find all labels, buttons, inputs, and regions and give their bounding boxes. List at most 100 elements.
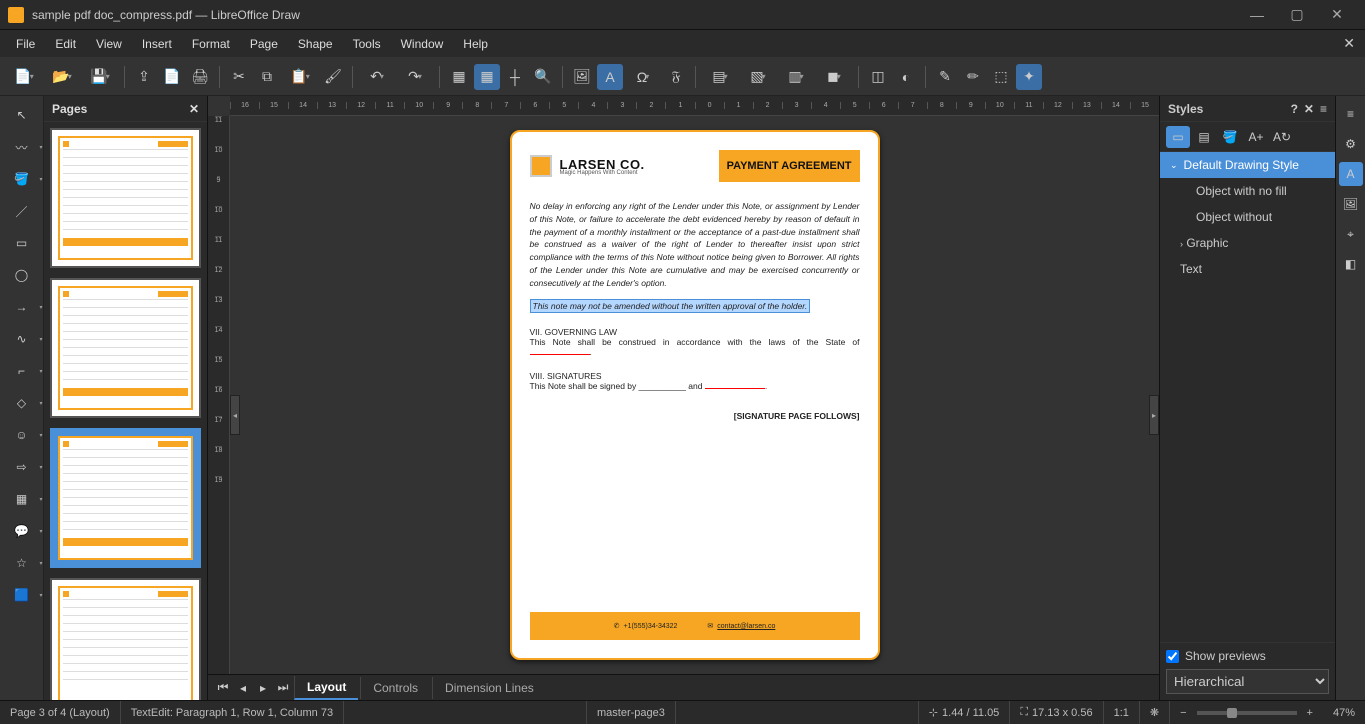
zoom-button[interactable]: 🔍 bbox=[530, 64, 556, 90]
shapes-icon[interactable]: ◧ bbox=[1339, 252, 1363, 276]
open-button[interactable]: 📂▾ bbox=[44, 64, 80, 90]
menu-format[interactable]: Format bbox=[182, 33, 240, 55]
menu-edit[interactable]: Edit bbox=[45, 33, 86, 55]
print-button[interactable]: 🖨 bbox=[187, 64, 213, 90]
guides-button[interactable]: ┼ bbox=[502, 64, 528, 90]
maximize-button[interactable]: ▢ bbox=[1277, 6, 1317, 23]
status-page[interactable]: Page 3 of 4 (Layout) bbox=[0, 701, 121, 724]
arrow-tool[interactable]: →▾ bbox=[7, 294, 37, 320]
blank-field[interactable] bbox=[530, 354, 590, 355]
draw-functions-button[interactable]: ✦ bbox=[1016, 64, 1042, 90]
style-default[interactable]: ⌄Default Drawing Style bbox=[1160, 152, 1335, 178]
connector-tool[interactable]: ⌐▾ bbox=[7, 358, 37, 384]
document-page[interactable]: LARSEN CO. Magic Happens With Content PA… bbox=[510, 130, 880, 660]
zoom-in-icon[interactable]: + bbox=[1307, 707, 1313, 719]
style-graphic[interactable]: › Graphic bbox=[1160, 230, 1335, 256]
left-collapse-handle[interactable]: ◂ bbox=[230, 395, 240, 435]
select-tool[interactable]: ↖ bbox=[7, 102, 37, 128]
minimize-button[interactable]: — bbox=[1237, 7, 1277, 23]
cut-button[interactable]: ✂ bbox=[226, 64, 252, 90]
crop-button[interactable]: ◫ bbox=[865, 64, 891, 90]
close-button[interactable]: ✕ bbox=[1317, 6, 1357, 23]
tab-layout[interactable]: Layout bbox=[294, 676, 358, 700]
arrange-button[interactable]: ▧▾ bbox=[740, 64, 776, 90]
first-page-button[interactable]: ⏮ bbox=[214, 680, 232, 695]
close-document-button[interactable]: ✕ bbox=[1343, 35, 1355, 52]
styles-close-icon[interactable]: ✕ bbox=[1304, 102, 1314, 116]
style-object-no-fill[interactable]: Object with no fill bbox=[1160, 178, 1335, 204]
export-button[interactable]: ⇪ bbox=[131, 64, 157, 90]
last-page-button[interactable]: ⏭ bbox=[274, 680, 292, 695]
shadow-button[interactable]: ◼▾ bbox=[816, 64, 852, 90]
insert-image-button[interactable]: 🖼 bbox=[569, 64, 595, 90]
save-button[interactable]: 💾▾ bbox=[82, 64, 118, 90]
horizontal-ruler[interactable]: 1615141312111098765432101234567891011121… bbox=[230, 96, 1159, 116]
page-thumb-3[interactable]: 3 bbox=[50, 428, 201, 568]
basic-shapes-tool[interactable]: ◇▾ bbox=[7, 390, 37, 416]
menu-tools[interactable]: Tools bbox=[343, 33, 391, 55]
style-object-without[interactable]: Object without bbox=[1160, 204, 1335, 230]
right-collapse-handle[interactable]: ▸ bbox=[1149, 395, 1159, 435]
undo-button[interactable]: ↶▾ bbox=[359, 64, 395, 90]
symbol-tool[interactable]: ☺▾ bbox=[7, 422, 37, 448]
callout-tool[interactable]: 💬▾ bbox=[7, 518, 37, 544]
line-tool[interactable]: ／ bbox=[7, 198, 37, 224]
curve-tool[interactable]: ∿▾ bbox=[7, 326, 37, 352]
prev-page-button[interactable]: ◂ bbox=[234, 681, 252, 695]
doc-paragraph[interactable]: No delay in enforcing any right of the L… bbox=[530, 200, 860, 289]
block-arrow-tool[interactable]: ⇨▾ bbox=[7, 454, 37, 480]
glue-button[interactable]: ✏ bbox=[960, 64, 986, 90]
show-previews-checkbox[interactable]: Show previews bbox=[1166, 649, 1329, 663]
status-master[interactable]: master-page3 bbox=[587, 701, 676, 724]
tab-controls[interactable]: Controls bbox=[360, 677, 430, 699]
zoom-controls[interactable]: − + bbox=[1170, 701, 1323, 724]
page-thumb-4[interactable]: 4 bbox=[50, 578, 201, 700]
properties-icon[interactable]: ⚙ bbox=[1339, 132, 1363, 156]
page-area[interactable]: ◂ LARSEN CO. Magic Happens With Content … bbox=[230, 116, 1159, 674]
grid-button[interactable]: ▦ bbox=[446, 64, 472, 90]
pages-panel-close[interactable]: ✕ bbox=[189, 102, 199, 116]
zoom-slider[interactable] bbox=[1197, 711, 1297, 715]
status-scale[interactable]: 1:1 bbox=[1104, 701, 1140, 724]
extrusion-button[interactable]: ⬚ bbox=[988, 64, 1014, 90]
new-style-icon[interactable]: A+ bbox=[1244, 126, 1268, 148]
insert-textbox-button[interactable]: A bbox=[597, 64, 623, 90]
page-thumb-2[interactable]: 2 bbox=[50, 278, 201, 418]
star-tool[interactable]: ☆▾ bbox=[7, 550, 37, 576]
align-button[interactable]: ▤▾ bbox=[702, 64, 738, 90]
tab-dimension[interactable]: Dimension Lines bbox=[432, 677, 546, 699]
flowchart-tool[interactable]: ▦▾ bbox=[7, 486, 37, 512]
gallery-icon[interactable]: 🖼 bbox=[1339, 192, 1363, 216]
export-pdf-button[interactable]: 📄 bbox=[159, 64, 185, 90]
copy-button[interactable]: ⧉ bbox=[254, 64, 280, 90]
next-page-button[interactable]: ▸ bbox=[254, 681, 272, 695]
update-style-icon[interactable]: A↻ bbox=[1270, 126, 1294, 148]
style-text[interactable]: Text bbox=[1160, 256, 1335, 282]
fill-format-icon[interactable]: 🪣 bbox=[1218, 126, 1242, 148]
special-char-button[interactable]: Ω▾ bbox=[625, 64, 661, 90]
styles-menu-icon[interactable]: ≡ bbox=[1320, 102, 1327, 116]
zoom-value[interactable]: 47% bbox=[1323, 701, 1365, 724]
line-color-tool[interactable]: 〰▾ bbox=[7, 134, 37, 160]
drawing-styles-icon[interactable]: ▭ bbox=[1166, 126, 1190, 148]
rectangle-tool[interactable]: ▭ bbox=[7, 230, 37, 256]
menu-window[interactable]: Window bbox=[391, 33, 454, 55]
fill-color-tool[interactable]: 🪣▾ bbox=[7, 166, 37, 192]
navigator-icon[interactable]: ⌖ bbox=[1339, 222, 1363, 246]
distribute-button[interactable]: ▥▾ bbox=[778, 64, 814, 90]
paste-button[interactable]: 📋▾ bbox=[282, 64, 318, 90]
menu-file[interactable]: File bbox=[6, 33, 45, 55]
menu-view[interactable]: View bbox=[86, 33, 132, 55]
page-thumb-1[interactable]: 1 bbox=[50, 128, 201, 268]
menu-insert[interactable]: Insert bbox=[132, 33, 182, 55]
menu-help[interactable]: Help bbox=[453, 33, 498, 55]
snap-grid-button[interactable]: ▦ bbox=[474, 64, 500, 90]
clone-format-button[interactable]: 🖌 bbox=[320, 64, 346, 90]
presentation-styles-icon[interactable]: ▤ bbox=[1192, 126, 1216, 148]
filter-button[interactable]: ◐ bbox=[893, 64, 919, 90]
blank-field-2[interactable] bbox=[705, 388, 765, 389]
vertical-ruler[interactable]: 1110910111213141516171819 bbox=[208, 116, 230, 674]
doc-highlighted-text[interactable]: This note may not be amended without the… bbox=[530, 299, 811, 313]
zoom-out-icon[interactable]: − bbox=[1180, 707, 1186, 719]
redo-button[interactable]: ↷▾ bbox=[397, 64, 433, 90]
